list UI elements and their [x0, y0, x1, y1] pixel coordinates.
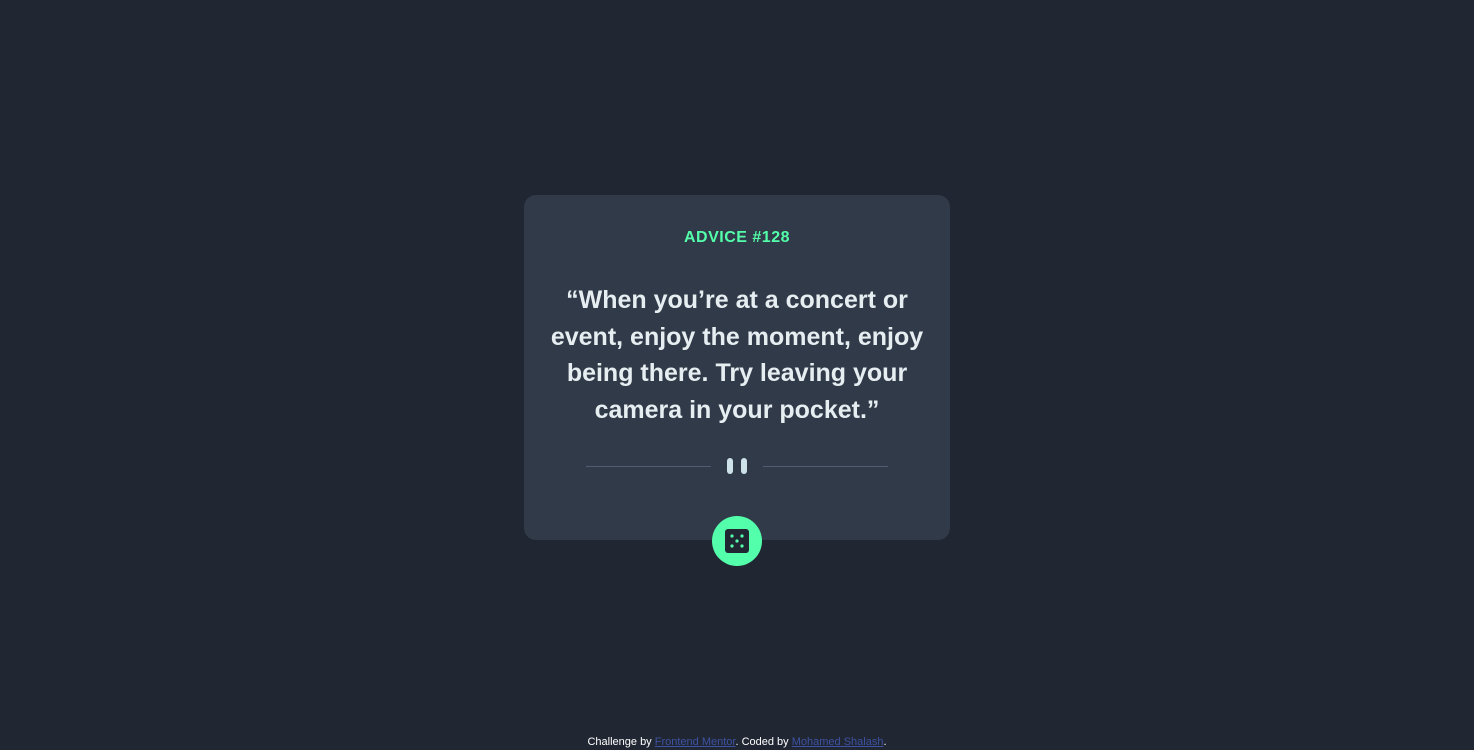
divider-line-left	[586, 466, 711, 467]
footer-middle: . Coded by	[735, 736, 792, 748]
footer-suffix: .	[883, 736, 887, 748]
attribution-footer: Challenge by Frontend Mentor. Coded by M…	[0, 736, 1474, 748]
frontend-mentor-link[interactable]: Frontend Mentor	[655, 736, 736, 748]
pattern-divider	[586, 457, 888, 474]
generate-advice-button[interactable]	[712, 516, 762, 566]
advice-card: ADVICE #128 “When you’re at a concert or…	[524, 195, 950, 540]
divider-line-right	[763, 466, 888, 467]
pause-icon	[727, 458, 747, 474]
page: ADVICE #128 “When you’re at a concert or…	[0, 0, 1474, 750]
author-link[interactable]: Mohamed Shalash	[792, 736, 884, 748]
advice-quote: “When you’re at a concert or event, enjo…	[550, 286, 924, 424]
advice-id-label: ADVICE #128	[684, 229, 790, 246]
dice-icon	[725, 529, 749, 553]
footer-prefix: Challenge by	[587, 736, 655, 748]
